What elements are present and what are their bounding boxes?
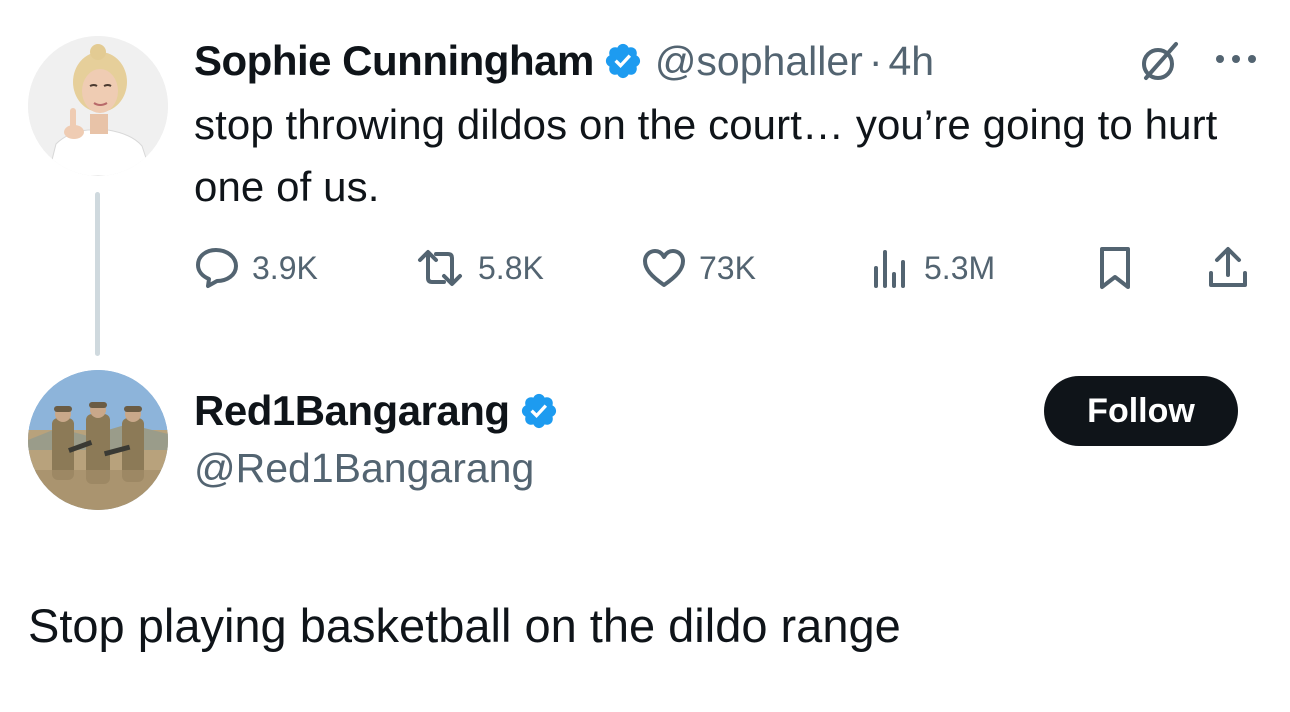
author-handle[interactable]: @sophaller xyxy=(655,38,863,85)
author-display-name[interactable]: Sophie Cunningham xyxy=(194,37,594,85)
reply-header: Red1Bangarang xyxy=(194,384,559,438)
views-count: 5.3M xyxy=(924,249,996,286)
tweet-text: stop throwing dildos on the court… you’r… xyxy=(194,101,1218,210)
bookmark-button[interactable] xyxy=(1094,243,1136,293)
views-icon xyxy=(868,246,912,290)
like-button[interactable]: 73K xyxy=(641,243,756,293)
separator-dot: · xyxy=(868,37,883,84)
grok-icon[interactable] xyxy=(1136,38,1184,86)
reply-button[interactable]: 3.9K xyxy=(194,243,318,293)
reply-author-display-name[interactable]: Red1Bangarang xyxy=(194,387,510,435)
views-button[interactable]: 5.3M xyxy=(868,243,995,293)
retweet-count: 5.8K xyxy=(478,249,544,286)
reply-text: Stop playing basketball on the dildo ran… xyxy=(28,599,901,652)
follow-button[interactable]: Follow xyxy=(1044,376,1238,446)
retweet-icon xyxy=(414,248,466,288)
share-icon xyxy=(1206,245,1250,291)
reply-author-avatar[interactable] xyxy=(28,370,168,510)
bookmark-icon xyxy=(1094,245,1136,291)
retweet-button[interactable]: 5.8K xyxy=(414,243,544,293)
share-button[interactable] xyxy=(1206,243,1250,293)
verified-badge-icon[interactable] xyxy=(603,41,643,81)
parent-tweet-header: Sophie Cunningham @sophaller · 4h xyxy=(194,34,934,88)
reply-count: 3.9K xyxy=(252,249,318,286)
thread-connector-line xyxy=(95,192,100,356)
tweet-timestamp[interactable]: 4h xyxy=(888,38,934,85)
reply-verified-badge-icon[interactable] xyxy=(519,391,559,431)
author-avatar[interactable] xyxy=(28,36,168,176)
like-icon xyxy=(641,247,687,289)
more-icon[interactable] xyxy=(1212,46,1260,72)
reply-icon xyxy=(194,246,240,290)
reply-author-handle[interactable]: @Red1Bangarang xyxy=(194,445,534,492)
like-count: 73K xyxy=(699,249,756,286)
